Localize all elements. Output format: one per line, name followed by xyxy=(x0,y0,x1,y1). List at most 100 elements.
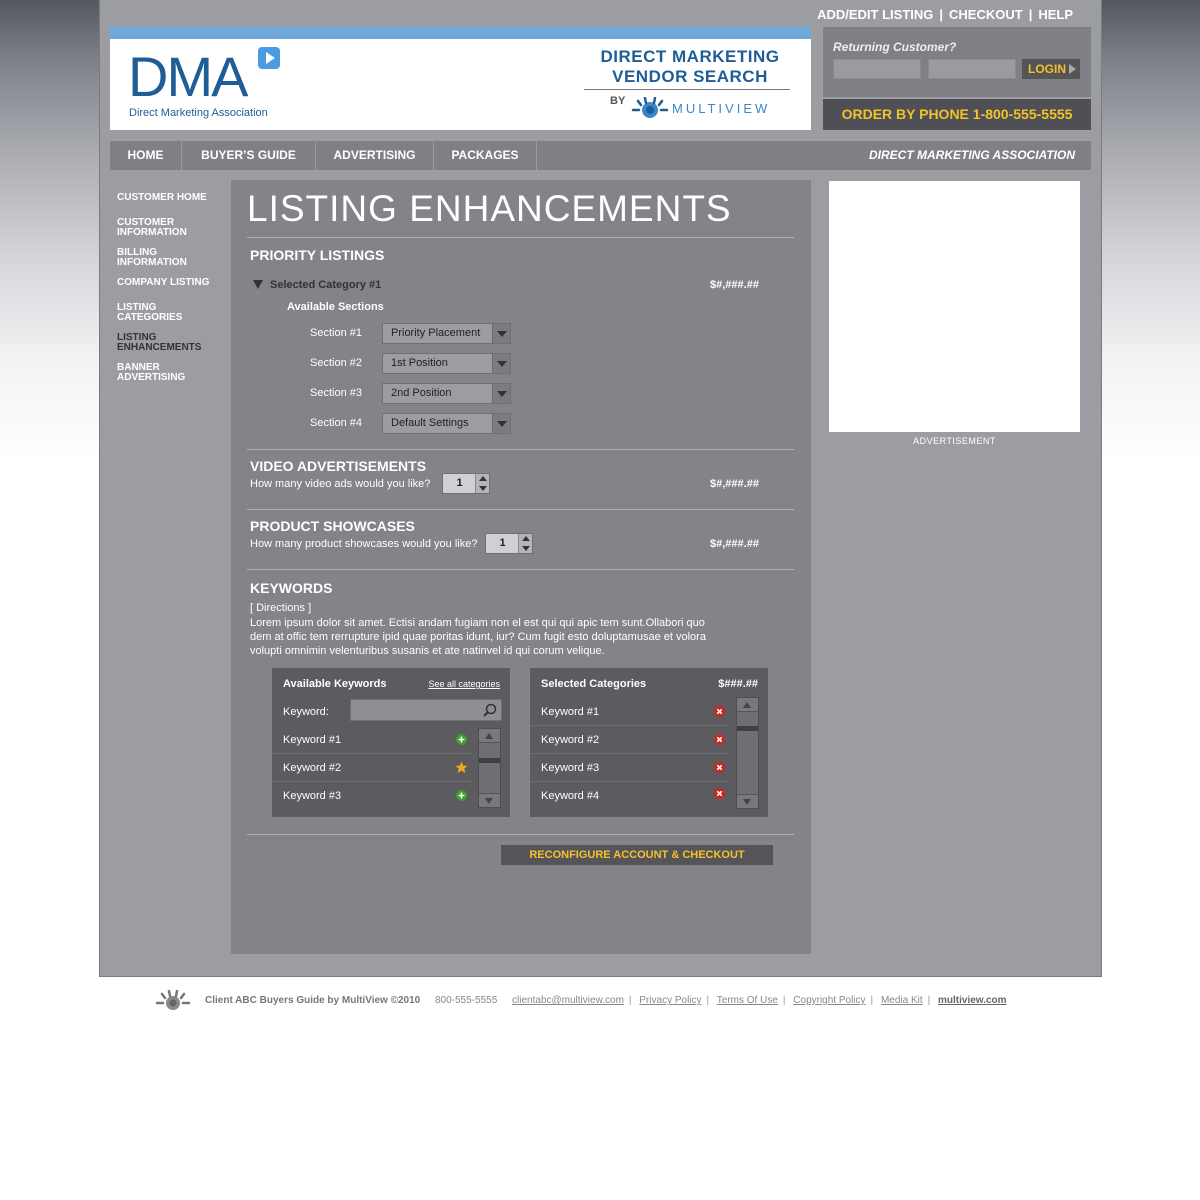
remove-icon[interactable] xyxy=(714,706,725,717)
section-2-select[interactable]: 1st Position xyxy=(382,353,511,374)
sidebar-item-customer-information[interactable]: CUSTOMER INFORMATION xyxy=(117,218,187,238)
remove-icon[interactable] xyxy=(714,788,725,799)
advertisement-slot[interactable] xyxy=(829,181,1080,432)
search-icon[interactable] xyxy=(483,703,497,717)
available-sections-label: Available Sections xyxy=(287,301,384,313)
password-input[interactable] xyxy=(928,59,1016,79)
sidebar-item-company-listing[interactable]: COMPANY LISTING xyxy=(117,278,227,288)
sidebar-item-listing-enhancements[interactable]: LISTING ENHANCEMENTS xyxy=(117,333,212,353)
vendor-search-title: DIRECT MARKETING VENDOR SEARCH xyxy=(580,47,800,87)
main-content: LISTING ENHANCEMENTS PRIORITY LISTINGS S… xyxy=(231,180,811,954)
stepper-value[interactable]: 1 xyxy=(443,477,476,489)
available-keywords-scrollbar[interactable] xyxy=(478,728,501,808)
nav-packages[interactable]: PACKAGES xyxy=(434,141,537,170)
selected-categories-scrollbar[interactable] xyxy=(736,697,759,809)
video-ads-title: VIDEO ADVERTISEMENTS xyxy=(250,458,427,474)
checkout-link[interactable]: CHECKOUT xyxy=(949,7,1023,22)
keyword-label: Keyword #4 xyxy=(541,790,600,802)
username-input[interactable] xyxy=(833,59,921,79)
product-showcases-stepper[interactable]: 1 xyxy=(485,533,533,554)
list-item[interactable]: Keyword #2 xyxy=(272,754,472,782)
footer-privacy-link[interactable]: Privacy Policy xyxy=(639,995,701,1006)
chevron-down-icon[interactable] xyxy=(492,384,510,403)
multiview-wordmark: MULTIVIEW xyxy=(672,101,771,116)
scroll-thumb[interactable] xyxy=(479,758,500,763)
footer-email-link[interactable]: clientabc@multiview.com xyxy=(512,995,624,1006)
sidebar: CUSTOMER HOME CUSTOMER INFORMATION BILLI… xyxy=(117,193,227,393)
nav-buyers-guide[interactable]: BUYER’S GUIDE xyxy=(182,141,316,170)
list-item[interactable]: Keyword #4 xyxy=(530,782,730,810)
remove-icon[interactable] xyxy=(714,734,725,745)
sidebar-item-listing-categories[interactable]: LISTING CATEGORIES xyxy=(117,303,187,323)
sidebar-item-customer-home[interactable]: CUSTOMER HOME xyxy=(117,193,227,203)
section-3-select[interactable]: 2nd Position xyxy=(382,383,511,404)
footer-phone: 800-555-5555 xyxy=(434,995,498,1006)
nav-advertising[interactable]: ADVERTISING xyxy=(316,141,434,170)
keywords-title: KEYWORDS xyxy=(250,580,333,596)
nav-home[interactable]: HOME xyxy=(110,141,182,170)
keyword-search-input[interactable] xyxy=(350,699,502,721)
add-icon[interactable] xyxy=(456,734,467,745)
keyword-label: Keyword #1 xyxy=(283,734,342,746)
multiview-eye-icon xyxy=(155,990,191,1010)
select-value: Default Settings xyxy=(391,417,469,429)
footer-copyright-link[interactable]: Copyright Policy xyxy=(793,995,865,1006)
footer-media-kit-link[interactable]: Media Kit xyxy=(881,995,923,1006)
keyword-label: Keyword #2 xyxy=(541,734,600,746)
keywords-directions: [ Directions ] xyxy=(250,602,312,614)
keyword-label: Keyword #3 xyxy=(541,762,600,774)
product-showcases-question: How many product showcases would you lik… xyxy=(250,538,478,550)
top-link-separator: | xyxy=(1028,7,1033,22)
footer-separator: | xyxy=(927,995,931,1006)
login-button[interactable]: LOGIN xyxy=(1022,59,1080,79)
divider xyxy=(247,237,794,238)
stepper-value[interactable]: 1 xyxy=(486,537,519,549)
star-icon[interactable] xyxy=(455,761,468,774)
site-header: DMA Direct Marketing Association DIRECT … xyxy=(110,27,811,130)
arrow-up-icon[interactable] xyxy=(479,476,487,481)
add-icon[interactable] xyxy=(456,790,467,801)
select-value: 2nd Position xyxy=(391,387,452,399)
selected-categories-panel: Selected Categories $###.## Keyword #1 K… xyxy=(530,668,768,817)
list-item[interactable]: Keyword #2 xyxy=(530,726,730,754)
help-link[interactable]: HELP xyxy=(1038,7,1073,22)
section-1-select[interactable]: Priority Placement xyxy=(382,323,511,344)
footer-separator: | xyxy=(628,995,632,1006)
sidebar-item-billing-information[interactable]: BILLING INFORMATION xyxy=(117,248,187,268)
add-edit-listing-link[interactable]: ADD/EDIT LISTING xyxy=(817,7,933,22)
footer-site-link[interactable]: multiview.com xyxy=(938,995,1007,1006)
video-ads-stepper[interactable]: 1 xyxy=(442,473,490,494)
chevron-down-icon[interactable] xyxy=(492,354,510,373)
priority-listings-title: PRIORITY LISTINGS xyxy=(250,247,385,263)
collapse-triangle-icon[interactable] xyxy=(253,280,263,289)
scroll-thumb[interactable] xyxy=(737,726,758,731)
arrow-down-icon[interactable] xyxy=(479,486,487,491)
stepper-buttons[interactable] xyxy=(518,534,532,553)
arrow-up-icon[interactable] xyxy=(479,729,500,743)
remove-icon[interactable] xyxy=(714,762,725,773)
see-all-categories-link[interactable]: See all categories xyxy=(428,679,500,689)
chevron-down-icon[interactable] xyxy=(492,324,510,343)
arrow-down-icon[interactable] xyxy=(737,794,758,808)
selected-category-label[interactable]: Selected Category #1 xyxy=(270,279,381,291)
reconfigure-checkout-button[interactable]: RECONFIGURE ACCOUNT & CHECKOUT xyxy=(501,845,773,865)
arrow-up-icon[interactable] xyxy=(522,536,530,541)
sidebar-item-banner-advertising[interactable]: BANNER ADVERTISING xyxy=(117,363,197,383)
divider xyxy=(247,834,794,835)
arrow-down-icon[interactable] xyxy=(479,793,500,807)
footer-separator: | xyxy=(782,995,786,1006)
footer-terms-link[interactable]: Terms Of Use xyxy=(717,995,778,1006)
list-item[interactable]: Keyword #1 xyxy=(530,698,730,726)
divider xyxy=(247,509,794,510)
arrow-down-icon[interactable] xyxy=(522,546,530,551)
list-item[interactable]: Keyword #3 xyxy=(272,782,472,810)
arrow-up-icon[interactable] xyxy=(737,698,758,712)
list-item[interactable]: Keyword #1 xyxy=(272,726,472,754)
chevron-down-icon[interactable] xyxy=(492,414,510,433)
section-4-select[interactable]: Default Settings xyxy=(382,413,511,434)
dma-logo[interactable]: DMA xyxy=(128,49,248,105)
multiview-eye-icon xyxy=(631,97,669,118)
stepper-buttons[interactable] xyxy=(475,474,489,493)
list-item[interactable]: Keyword #3 xyxy=(530,754,730,782)
select-value: Priority Placement xyxy=(391,327,481,339)
